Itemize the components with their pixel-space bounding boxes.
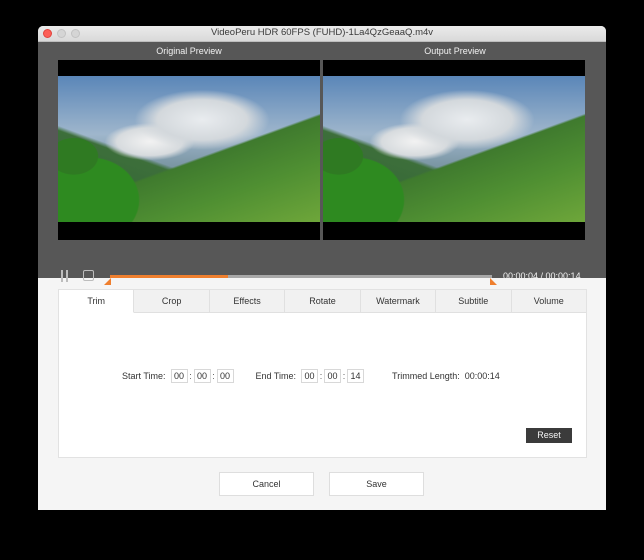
edit-tabs-panel: Trim Crop Effects Rotate Watermark Subti… [58, 289, 587, 458]
tab-rotate[interactable]: Rotate [285, 290, 361, 313]
pause-button[interactable] [60, 270, 70, 282]
output-preview-label: Output Preview [424, 46, 486, 56]
trim-start-handle[interactable] [104, 278, 111, 285]
start-minutes-field[interactable]: 00 [193, 369, 211, 383]
start-seconds-field[interactable]: 00 [216, 369, 234, 383]
preview-area: Original Preview Output Preview 00:00:04… [38, 42, 606, 285]
tab-watermark[interactable]: Watermark [360, 290, 437, 313]
reset-button[interactable]: Reset [526, 428, 572, 443]
window-title: VideoPeru HDR 60FPS (FUHD)-1La4QzGeaaQ.m… [210, 27, 434, 38]
video-frame-image [58, 76, 320, 222]
start-time-label: Start Time: [122, 371, 166, 381]
tab-trim[interactable]: Trim [59, 290, 135, 313]
tab-volume[interactable]: Volume [511, 290, 586, 313]
seek-progress-fill [110, 275, 229, 278]
trimmed-length-value: 00:00:14 [464, 371, 500, 381]
end-time-label: End Time: [255, 371, 297, 381]
original-preview-label: Original Preview [156, 46, 222, 56]
start-hours-field[interactable]: 00 [170, 369, 188, 383]
stop-button[interactable] [83, 270, 94, 281]
title-bar[interactable]: VideoPeru HDR 60FPS (FUHD)-1La4QzGeaaQ.m… [38, 26, 606, 42]
pause-icon-bar [61, 270, 63, 282]
video-frame-image [323, 76, 585, 222]
trim-settings-row: Start Time: 00 : 00 : 00 End Time: 00 : … [122, 369, 500, 383]
pause-icon-bar [66, 270, 68, 282]
tab-bar: Trim Crop Effects Rotate Watermark Subti… [59, 290, 586, 313]
end-seconds-field[interactable]: 14 [347, 369, 365, 383]
tab-crop[interactable]: Crop [134, 290, 210, 313]
original-preview-video [58, 60, 320, 240]
trim-end-handle[interactable] [490, 278, 497, 285]
playback-controls: 00:00:04 / 00:00:14 [38, 260, 606, 290]
cancel-button[interactable]: Cancel [219, 472, 314, 496]
seek-slider[interactable] [110, 275, 492, 278]
output-preview-video [323, 60, 585, 240]
save-button[interactable]: Save [329, 472, 424, 496]
trimmed-length-label: Trimmed Length: [392, 371, 460, 381]
end-hours-field[interactable]: 00 [301, 369, 319, 383]
tab-effects[interactable]: Effects [209, 290, 286, 313]
time-readout: 00:00:04 / 00:00:14 [503, 271, 581, 281]
editor-window: VideoPeru HDR 60FPS (FUHD)-1La4QzGeaaQ.m… [38, 26, 606, 510]
tab-subtitle[interactable]: Subtitle [436, 290, 512, 313]
end-minutes-field[interactable]: 00 [324, 369, 342, 383]
